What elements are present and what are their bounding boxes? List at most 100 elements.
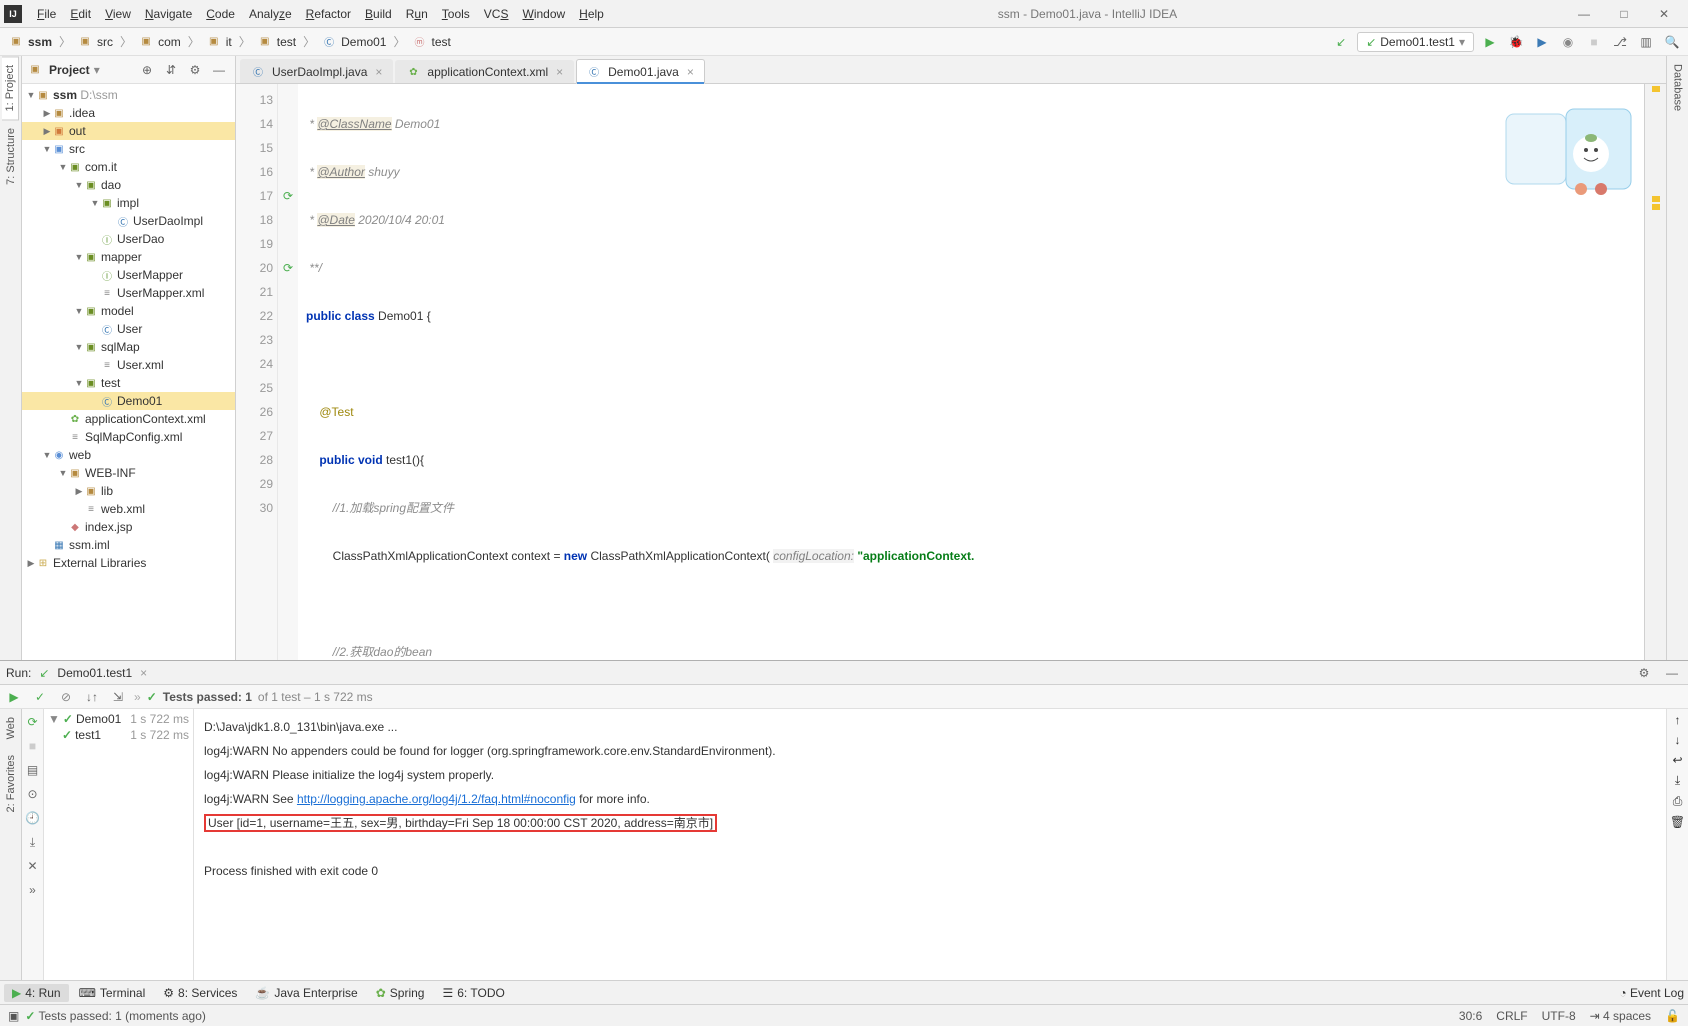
clear-icon[interactable]: 🗑 xyxy=(1670,815,1685,829)
sort-icon[interactable]: ↓↑ xyxy=(82,687,102,707)
history-icon[interactable]: 🕘 xyxy=(24,809,42,827)
debug-button[interactable]: 🐞 xyxy=(1506,32,1526,52)
tree-ssmiml[interactable]: ▦ssm.iml xyxy=(22,536,235,554)
tree-dao[interactable]: ▼▣dao xyxy=(22,176,235,194)
search-icon[interactable]: 🔍 xyxy=(1662,32,1682,52)
menu-vcs[interactable]: VCS xyxy=(477,7,516,21)
minimize-button[interactable]: — xyxy=(1564,2,1604,26)
menu-help[interactable]: Help xyxy=(572,7,611,21)
menu-view[interactable]: View xyxy=(98,7,138,21)
editor-marker-bar[interactable] xyxy=(1644,84,1666,660)
tab-database[interactable]: Database xyxy=(1670,56,1686,119)
vcs-icon[interactable]: ⎇ xyxy=(1610,32,1630,52)
code-editor[interactable]: * @ClassName Demo01 * @Author shuyy * @D… xyxy=(298,84,1644,660)
test-node-test1[interactable]: ✓test11 s 722 ms xyxy=(46,727,191,743)
crumb-method[interactable]: ⓜtest xyxy=(410,34,454,49)
btab-run[interactable]: ▶4: Run xyxy=(4,984,69,1002)
tree-userdaoimpl[interactable]: ⒸUserDaoImpl xyxy=(22,212,235,230)
tree-impl[interactable]: ▼▣impl xyxy=(22,194,235,212)
tree-usermapperxml[interactable]: ≡UserMapper.xml xyxy=(22,284,235,302)
tree-usermapper[interactable]: ⒾUserMapper xyxy=(22,266,235,284)
up-icon[interactable]: ↑ xyxy=(1675,713,1681,727)
tab-demo01[interactable]: ⒸDemo01.java× xyxy=(576,59,705,84)
tree-demo01[interactable]: ⒸDemo01 xyxy=(22,392,235,410)
maximize-button[interactable]: □ xyxy=(1604,2,1644,26)
console-link[interactable]: http://logging.apache.org/log4j/1.2/faq.… xyxy=(297,792,576,806)
crumb-ssm[interactable]: ▣ssm xyxy=(6,35,55,49)
close-icon[interactable]: × xyxy=(556,65,563,79)
more-icon[interactable]: » xyxy=(24,881,42,899)
tree-indexjsp[interactable]: ◆index.jsp xyxy=(22,518,235,536)
export-icon[interactable]: ⤓ xyxy=(24,833,42,851)
btab-java-enterprise[interactable]: ☕Java Enterprise xyxy=(247,984,365,1002)
line-gutter[interactable]: 131415161718192021222324252627282930 xyxy=(236,84,278,660)
menu-file[interactable]: File xyxy=(30,7,63,21)
crumb-it[interactable]: ▣it xyxy=(204,35,235,49)
menu-code[interactable]: Code xyxy=(199,7,242,21)
btab-spring[interactable]: ✿Spring xyxy=(368,984,433,1002)
close-icon[interactable]: × xyxy=(687,65,694,79)
locate-icon[interactable]: ⊕ xyxy=(137,60,157,80)
test-tree[interactable]: ▼✓Demo011 s 722 ms ✓test11 s 722 ms xyxy=(44,709,193,980)
rerun-icon[interactable]: ▶ xyxy=(4,687,24,707)
menu-analyze[interactable]: Analyze xyxy=(242,7,299,21)
pin-icon[interactable]: ⊙ xyxy=(24,785,42,803)
hide-icon[interactable]: — xyxy=(209,60,229,80)
tree-root[interactable]: ▼▣ssm D:\ssm xyxy=(22,86,235,104)
tree-mapper[interactable]: ▼▣mapper xyxy=(22,248,235,266)
menu-tools[interactable]: Tools xyxy=(435,7,477,21)
menu-build[interactable]: Build xyxy=(358,7,399,21)
profile-button[interactable]: ◉ xyxy=(1558,32,1578,52)
menu-window[interactable]: Window xyxy=(515,7,572,21)
tree-comit[interactable]: ▼▣com.it xyxy=(22,158,235,176)
status-line-sep[interactable]: CRLF xyxy=(1496,1009,1527,1023)
gear-icon[interactable]: ⚙ xyxy=(1634,663,1654,683)
stop-button[interactable]: ■ xyxy=(1584,32,1604,52)
menu-navigate[interactable]: Navigate xyxy=(138,7,199,21)
build-icon[interactable]: ↙ xyxy=(1331,32,1351,52)
status-lock-icon[interactable]: 🔓 xyxy=(1665,1009,1680,1023)
hide-icon[interactable]: — xyxy=(1662,663,1682,683)
wrap-icon[interactable]: ↩ xyxy=(1672,753,1682,767)
tree-lib[interactable]: ▶▣lib xyxy=(22,482,235,500)
tree-userxml[interactable]: ≡User.xml xyxy=(22,356,235,374)
tree-user[interactable]: ⒸUser xyxy=(22,320,235,338)
gutter-icons[interactable]: ⟳ ⟳ xyxy=(278,84,298,660)
tab-web[interactable]: Web xyxy=(3,709,19,747)
down-icon[interactable]: ↓ xyxy=(1675,733,1681,747)
run-button[interactable]: ▶ xyxy=(1480,32,1500,52)
structure-icon[interactable]: ▥ xyxy=(1636,32,1656,52)
tree-out[interactable]: ▶▣out xyxy=(22,122,235,140)
tree-model[interactable]: ▼▣model xyxy=(22,302,235,320)
btab-services[interactable]: ⚙8: Services xyxy=(155,984,245,1002)
tree-sqlmapcfg[interactable]: ≡SqlMapConfig.xml xyxy=(22,428,235,446)
tab-appctx[interactable]: ✿applicationContext.xml× xyxy=(395,60,574,83)
tree-appctx[interactable]: ✿applicationContext.xml xyxy=(22,410,235,428)
menu-refactor[interactable]: Refactor xyxy=(299,7,358,21)
tree-userdao[interactable]: ⒾUserDao xyxy=(22,230,235,248)
status-position[interactable]: 30:6 xyxy=(1459,1009,1482,1023)
close-icon[interactable]: ✕ xyxy=(24,857,42,875)
console-output[interactable]: D:\Java\jdk1.8.0_131\bin\java.exe ... lo… xyxy=(194,709,1666,980)
print-icon[interactable]: ⎙ xyxy=(1673,794,1683,809)
tree-webinf[interactable]: ▼▣WEB-INF xyxy=(22,464,235,482)
btab-todo[interactable]: ☰6: TODO xyxy=(434,984,512,1002)
crumb-src[interactable]: ▣src xyxy=(75,35,116,49)
tab-project[interactable]: 1: Project xyxy=(2,56,19,120)
tree-src[interactable]: ▼▣src xyxy=(22,140,235,158)
tree-extlib[interactable]: ▶⊞External Libraries xyxy=(22,554,235,572)
event-log-button[interactable]: ◔ Event Log xyxy=(1619,986,1684,1000)
gear-icon[interactable]: ⚙ xyxy=(185,60,205,80)
project-tree[interactable]: ▼▣ssm D:\ssm ▶▣.idea ▶▣out ▼▣src ▼▣com.i… xyxy=(22,84,235,660)
status-tool-window-icon[interactable]: ▣ xyxy=(8,1009,19,1023)
expand-icon[interactable]: ⇲ xyxy=(108,687,128,707)
tab-userdaoimpl[interactable]: ⒸUserDaoImpl.java× xyxy=(240,59,393,83)
crumb-demo01[interactable]: ⒸDemo01 xyxy=(319,34,389,49)
close-icon[interactable]: × xyxy=(375,65,382,79)
menu-run[interactable]: Run xyxy=(399,7,435,21)
menu-edit[interactable]: Edit xyxy=(63,7,98,21)
crumb-test[interactable]: ▣test xyxy=(255,35,299,49)
status-indent[interactable]: ⇥ 4 spaces xyxy=(1590,1009,1651,1023)
tree-webxml[interactable]: ≡web.xml xyxy=(22,500,235,518)
tree-test[interactable]: ▼▣test xyxy=(22,374,235,392)
